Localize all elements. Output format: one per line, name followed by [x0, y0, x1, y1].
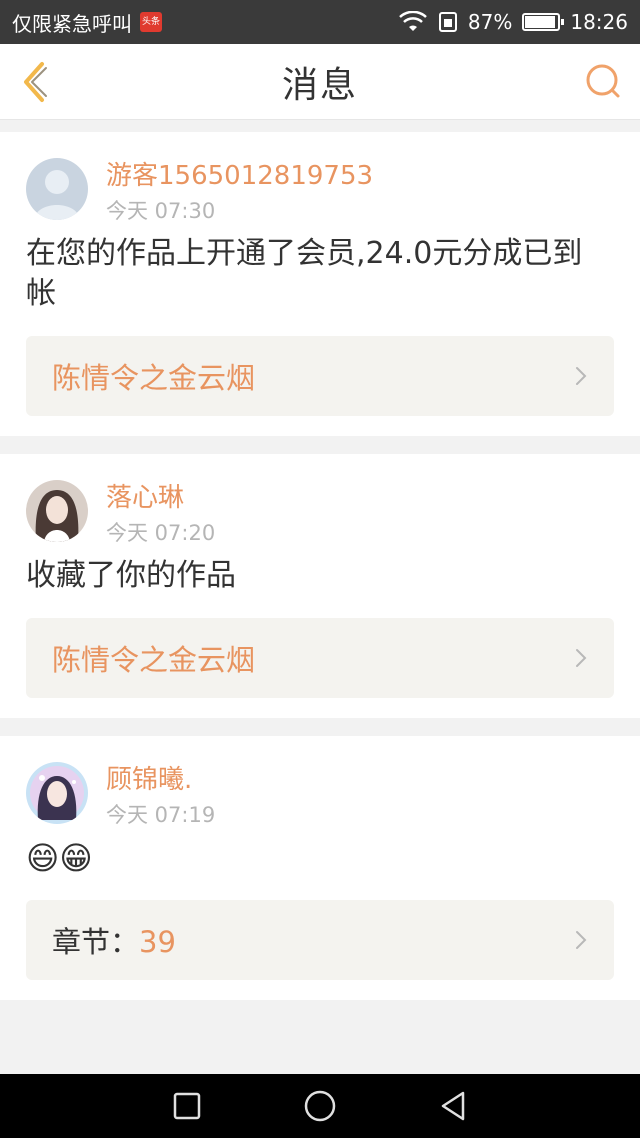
emoji-message: 😄😁	[26, 839, 93, 877]
carrier-text: 仅限紧急呼叫	[12, 11, 132, 36]
timestamp: 今天 07:30	[106, 199, 216, 223]
chevron-left-icon	[24, 62, 47, 102]
username[interactable]: 顾锦曦.	[106, 762, 215, 798]
card-padding	[26, 698, 614, 718]
back-triangle-icon	[442, 1091, 465, 1121]
avatar[interactable]	[26, 762, 88, 824]
message-card: 顾锦曦. 今天 07:19 😄😁 章节：39	[0, 736, 640, 1000]
back-nav-button[interactable]	[433, 1086, 473, 1126]
status-left: 仅限紧急呼叫 头条	[12, 8, 162, 37]
chevron-right-icon	[576, 367, 587, 385]
user-photo-icon	[26, 762, 88, 824]
avatar[interactable]	[26, 158, 88, 220]
recent-apps-button[interactable]	[167, 1086, 207, 1126]
status-right: 87% 18:26	[398, 10, 628, 34]
header: 消息	[0, 44, 640, 120]
chevron-right-icon	[576, 931, 587, 949]
message-text: 在您的作品上开通了会员,24.0元分成已到帐	[26, 236, 583, 311]
avatar[interactable]	[26, 480, 88, 542]
battery-icon	[522, 13, 565, 31]
work-link-text: 陈情令之金云烟	[52, 637, 255, 679]
card-padding	[26, 980, 614, 1000]
card-meta: 游客1565012819753 今天 07:30	[106, 158, 373, 226]
clock: 18:26	[570, 10, 628, 34]
system-nav-bar	[0, 1074, 640, 1138]
card-padding	[26, 416, 614, 436]
status-bar: 仅限紧急呼叫 头条 87% 18:26	[0, 0, 640, 44]
card-header: 落心琳 今天 07:20	[26, 454, 614, 556]
link-value: 陈情令之金云烟	[52, 361, 256, 395]
default-user-icon	[26, 158, 88, 220]
news-app-icon: 头条	[140, 12, 162, 32]
work-link[interactable]: 陈情令之金云烟	[26, 336, 614, 416]
link-label: 章节：	[52, 925, 140, 959]
username[interactable]: 游客1565012819753	[106, 158, 373, 194]
battery-percent: 87%	[467, 10, 513, 34]
card-meta: 落心琳 今天 07:20	[106, 480, 215, 548]
work-link[interactable]: 陈情令之金云烟	[26, 618, 614, 698]
username[interactable]: 落心琳	[106, 480, 215, 516]
home-button[interactable]	[300, 1086, 340, 1126]
message-feed: 游客1565012819753 今天 07:30 在您的作品上开通了会员,24.…	[0, 132, 640, 1000]
card-header: 游客1565012819753 今天 07:30	[26, 132, 614, 234]
message-card: 游客1565012819753 今天 07:30 在您的作品上开通了会员,24.…	[0, 132, 640, 436]
link-value: 陈情令之金云烟	[52, 643, 256, 677]
search-icon	[586, 64, 620, 98]
page-title: 消息	[281, 64, 358, 106]
timestamp: 今天 07:20	[106, 521, 216, 545]
link-value: 39	[139, 925, 176, 959]
message-card: 落心琳 今天 07:20 收藏了你的作品 陈情令之金云烟	[0, 454, 640, 718]
chevron-right-icon	[576, 649, 587, 667]
chapter-link-text: 章节：39	[52, 919, 176, 961]
message-text: 收藏了你的作品	[26, 558, 236, 593]
sim-icon	[438, 12, 457, 32]
wifi-icon	[399, 11, 427, 31]
card-header: 顾锦曦. 今天 07:19	[26, 736, 614, 838]
chapter-link[interactable]: 章节：39	[26, 900, 614, 980]
back-button[interactable]	[16, 58, 56, 106]
card-meta: 顾锦曦. 今天 07:19	[106, 762, 215, 830]
home-icon	[304, 1090, 336, 1122]
recent-apps-icon	[173, 1092, 200, 1120]
user-photo-icon	[26, 480, 88, 542]
work-link-text: 陈情令之金云烟	[52, 355, 255, 397]
search-button[interactable]	[584, 62, 624, 102]
timestamp: 今天 07:19	[106, 803, 216, 827]
